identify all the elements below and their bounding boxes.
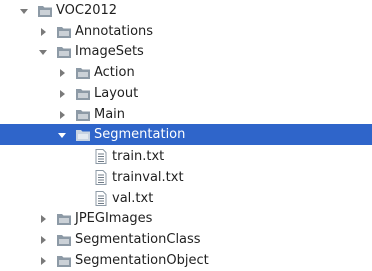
- collapse-arrow-icon[interactable]: [37, 234, 49, 246]
- tree-node-imagesets[interactable]: ImageSets: [0, 41, 372, 62]
- tree-node-label: Layout: [94, 86, 139, 101]
- tree-node-segmentation[interactable]: Segmentation: [0, 124, 372, 145]
- tree-node-segmentationclass[interactable]: SegmentationClass: [0, 229, 372, 250]
- tree-node-voc2012[interactable]: VOC2012: [0, 0, 372, 21]
- tree-node-annotations[interactable]: Annotations: [0, 21, 372, 42]
- folder-icon: [37, 3, 53, 19]
- folder-icon: [75, 127, 91, 143]
- collapse-arrow-icon[interactable]: [37, 255, 49, 267]
- tree-node-label: SegmentationObject: [75, 253, 209, 268]
- tree-node-label: Action: [94, 65, 135, 80]
- tree-node-label: JPEGImages: [75, 211, 153, 226]
- folder-icon: [75, 107, 91, 123]
- tree-node-label: val.txt: [112, 191, 154, 206]
- text-file-icon: [93, 149, 109, 165]
- expand-arrow-icon[interactable]: [18, 5, 30, 17]
- collapse-arrow-icon[interactable]: [37, 213, 49, 225]
- folder-icon: [56, 24, 72, 40]
- tree-node-label: Annotations: [75, 24, 154, 39]
- folder-icon: [56, 44, 72, 60]
- folder-icon: [56, 253, 72, 269]
- collapse-arrow-icon[interactable]: [56, 67, 68, 79]
- tree-node-layout[interactable]: Layout: [0, 83, 372, 104]
- expand-arrow-icon[interactable]: [37, 46, 49, 58]
- expand-arrow-icon[interactable]: [56, 129, 68, 141]
- tree-node-label: VOC2012: [56, 3, 118, 18]
- tree-node-main[interactable]: Main: [0, 104, 372, 125]
- collapse-arrow-icon[interactable]: [37, 26, 49, 38]
- folder-icon: [75, 86, 91, 102]
- tree-node-trainval-txt[interactable]: trainval.txt: [0, 167, 372, 188]
- tree-node-label: train.txt: [112, 149, 165, 164]
- text-file-icon: [93, 170, 109, 186]
- tree-node-val-txt[interactable]: val.txt: [0, 188, 372, 209]
- tree-node-label: SegmentationClass: [75, 232, 201, 247]
- tree-node-action[interactable]: Action: [0, 62, 372, 83]
- text-file-icon: [93, 191, 109, 207]
- project-file-tree: VOC2012 Annotations ImageSets Action Lay…: [0, 0, 372, 271]
- tree-node-train-txt[interactable]: train.txt: [0, 146, 372, 167]
- tree-node-label: ImageSets: [75, 44, 144, 59]
- tree-node-label: Segmentation: [94, 127, 186, 142]
- tree-node-label: trainval.txt: [112, 170, 184, 185]
- tree-node-label: Main: [94, 107, 126, 122]
- collapse-arrow-icon[interactable]: [56, 88, 68, 100]
- tree-node-jpegimages[interactable]: JPEGImages: [0, 208, 372, 229]
- folder-icon: [56, 232, 72, 248]
- collapse-arrow-icon[interactable]: [56, 109, 68, 121]
- folder-icon: [75, 65, 91, 81]
- folder-icon: [56, 211, 72, 227]
- tree-node-segmentationobject[interactable]: SegmentationObject: [0, 250, 372, 271]
